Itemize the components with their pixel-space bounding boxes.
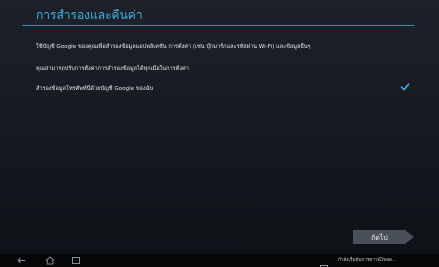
next-button[interactable]: ถัดไป xyxy=(353,230,414,244)
title-bar: การสำรองและคืนค่า xyxy=(0,0,439,26)
home-icon[interactable] xyxy=(44,256,56,265)
backup-checkbox[interactable] xyxy=(400,82,410,92)
page-title: การสำรองและคืนค่า xyxy=(36,8,143,22)
backup-description: ใช้บัญชี Google ของคุณเพื่อสำรองข้อมูลแอ… xyxy=(36,44,311,50)
checkmark-icon xyxy=(400,83,410,91)
notification-text: กำลังเริ่มต้นการดาวน์โหลด... xyxy=(338,258,397,263)
recent-apps-icon[interactable] xyxy=(70,256,82,265)
backup-restore-screen: การสำรองและคืนค่า ใช้บัญชี Google ของคุณ… xyxy=(0,0,439,267)
next-button-label: ถัดไป xyxy=(371,234,388,242)
settings-hint: คุณสามารถปรับการตั้งค่าการสำรองข้อมูลได้… xyxy=(36,66,189,72)
system-navigation-bar: กำลังเริ่มต้นการดาวน์โหลด... xyxy=(0,254,439,267)
back-icon[interactable] xyxy=(16,256,28,265)
download-notification-icon xyxy=(320,257,328,267)
backup-option-label[interactable]: สำรองข้อมูลโทรศัพท์นี้ด้วยบัญชี Google ข… xyxy=(36,85,153,93)
title-divider xyxy=(22,25,414,26)
